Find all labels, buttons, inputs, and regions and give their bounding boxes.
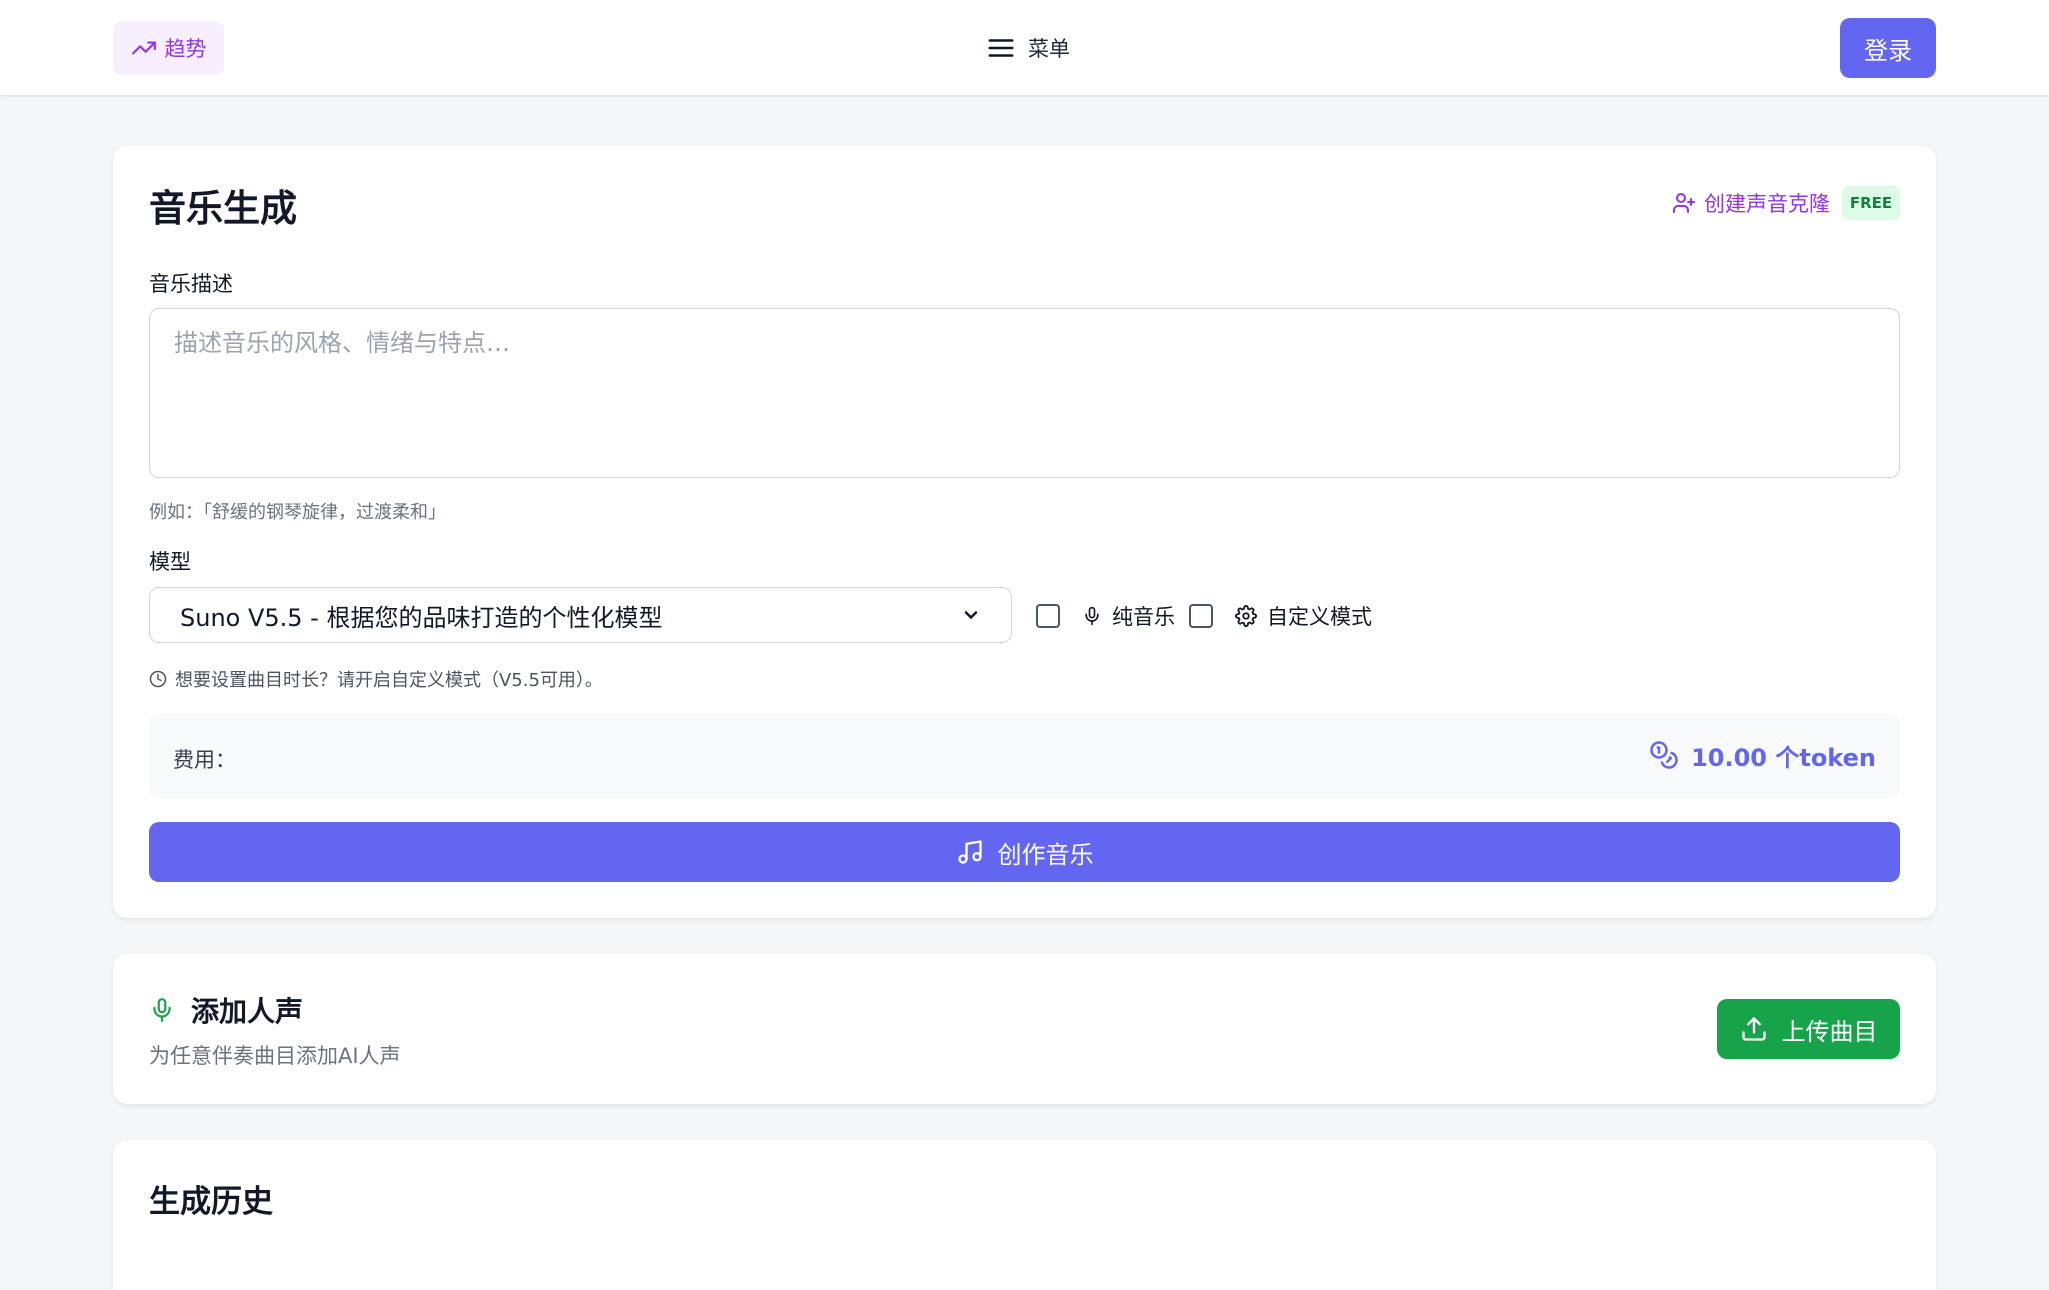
upload-track-button[interactable]: 上传曲目: [1717, 999, 1900, 1059]
free-badge: FREE: [1842, 186, 1900, 220]
top-navigation-bar: 趋势 菜单 登录: [0, 0, 2049, 95]
page-title: 音乐生成: [149, 187, 297, 230]
generation-history-card: 生成历史: [113, 1140, 1936, 1290]
instrumental-checkbox[interactable]: [1036, 604, 1060, 628]
custom-mode-label: 自定义模式: [1267, 605, 1372, 629]
custom-mode-checkbox[interactable]: [1189, 604, 1213, 628]
create-voice-clone-link[interactable]: 创建声音克隆: [1672, 188, 1830, 218]
coins-icon: [1649, 740, 1679, 770]
add-vocals-title: 添加人声: [149, 992, 303, 1028]
model-select[interactable]: Suno V5.5 - 根据您的品味打造的个性化模型: [149, 587, 1012, 643]
create-music-label: 创作音乐: [997, 840, 1094, 869]
add-vocals-card: 添加人声 为任意伴奏曲目添加AI人声 上传曲目: [113, 954, 1936, 1104]
duration-hint-text: 想要设置曲目时长？请开启自定义模式（V5.5可用）。: [175, 670, 603, 691]
microphone-icon: [149, 995, 175, 1025]
model-label: 模型: [149, 550, 191, 574]
chevron-down-icon: [961, 605, 981, 625]
add-vocals-subtitle: 为任意伴奏曲目添加AI人声: [149, 1044, 401, 1068]
example-hint: 例如：「舒缓的钢琴旋律，过渡柔和」: [149, 502, 446, 523]
user-plus-icon: [1672, 191, 1696, 215]
menu-button[interactable]: 菜单: [986, 28, 1070, 68]
hamburger-menu-icon: [986, 33, 1016, 63]
microphone-icon: [1082, 604, 1102, 628]
model-selected-value: Suno V5.5 - 根据您的品味打造的个性化模型: [180, 603, 663, 632]
create-music-button[interactable]: 创作音乐: [149, 822, 1900, 882]
history-title: 生成历史: [149, 1184, 273, 1220]
description-label: 音乐描述: [149, 272, 233, 296]
music-generation-card: 音乐生成 创建声音克隆 FREE 音乐描述 例如：「舒缓的钢琴旋律，过渡柔和」 …: [113, 146, 1936, 918]
music-note-icon: [956, 838, 984, 866]
upload-icon: [1740, 1015, 1768, 1043]
clone-label: 创建声音克隆: [1704, 192, 1830, 216]
menu-label: 菜单: [1028, 37, 1070, 61]
cost-value: 10.00 个token: [1649, 738, 1876, 772]
instrumental-toggle[interactable]: 纯音乐: [1036, 600, 1175, 632]
trend-label: 趋势: [164, 37, 207, 61]
cost-label: 费用：: [173, 748, 236, 772]
trend-button[interactable]: 趋势: [113, 21, 224, 75]
upload-track-label: 上传曲目: [1781, 1017, 1878, 1046]
clock-icon: [149, 670, 167, 688]
custom-mode-toggle[interactable]: 自定义模式: [1189, 600, 1372, 632]
trending-up-icon: [131, 35, 157, 61]
duration-hint: 想要设置曲目时长？请开启自定义模式（V5.5可用）。: [149, 666, 603, 692]
music-description-input[interactable]: [149, 308, 1900, 478]
instrumental-label: 纯音乐: [1112, 605, 1175, 629]
add-vocals-title-text: 添加人声: [191, 995, 304, 1028]
login-button[interactable]: 登录: [1840, 18, 1936, 78]
cost-panel: 费用： 10.00 个token: [149, 714, 1900, 798]
gear-icon: [1235, 605, 1257, 627]
cost-amount: 10.00 个token: [1691, 743, 1876, 772]
